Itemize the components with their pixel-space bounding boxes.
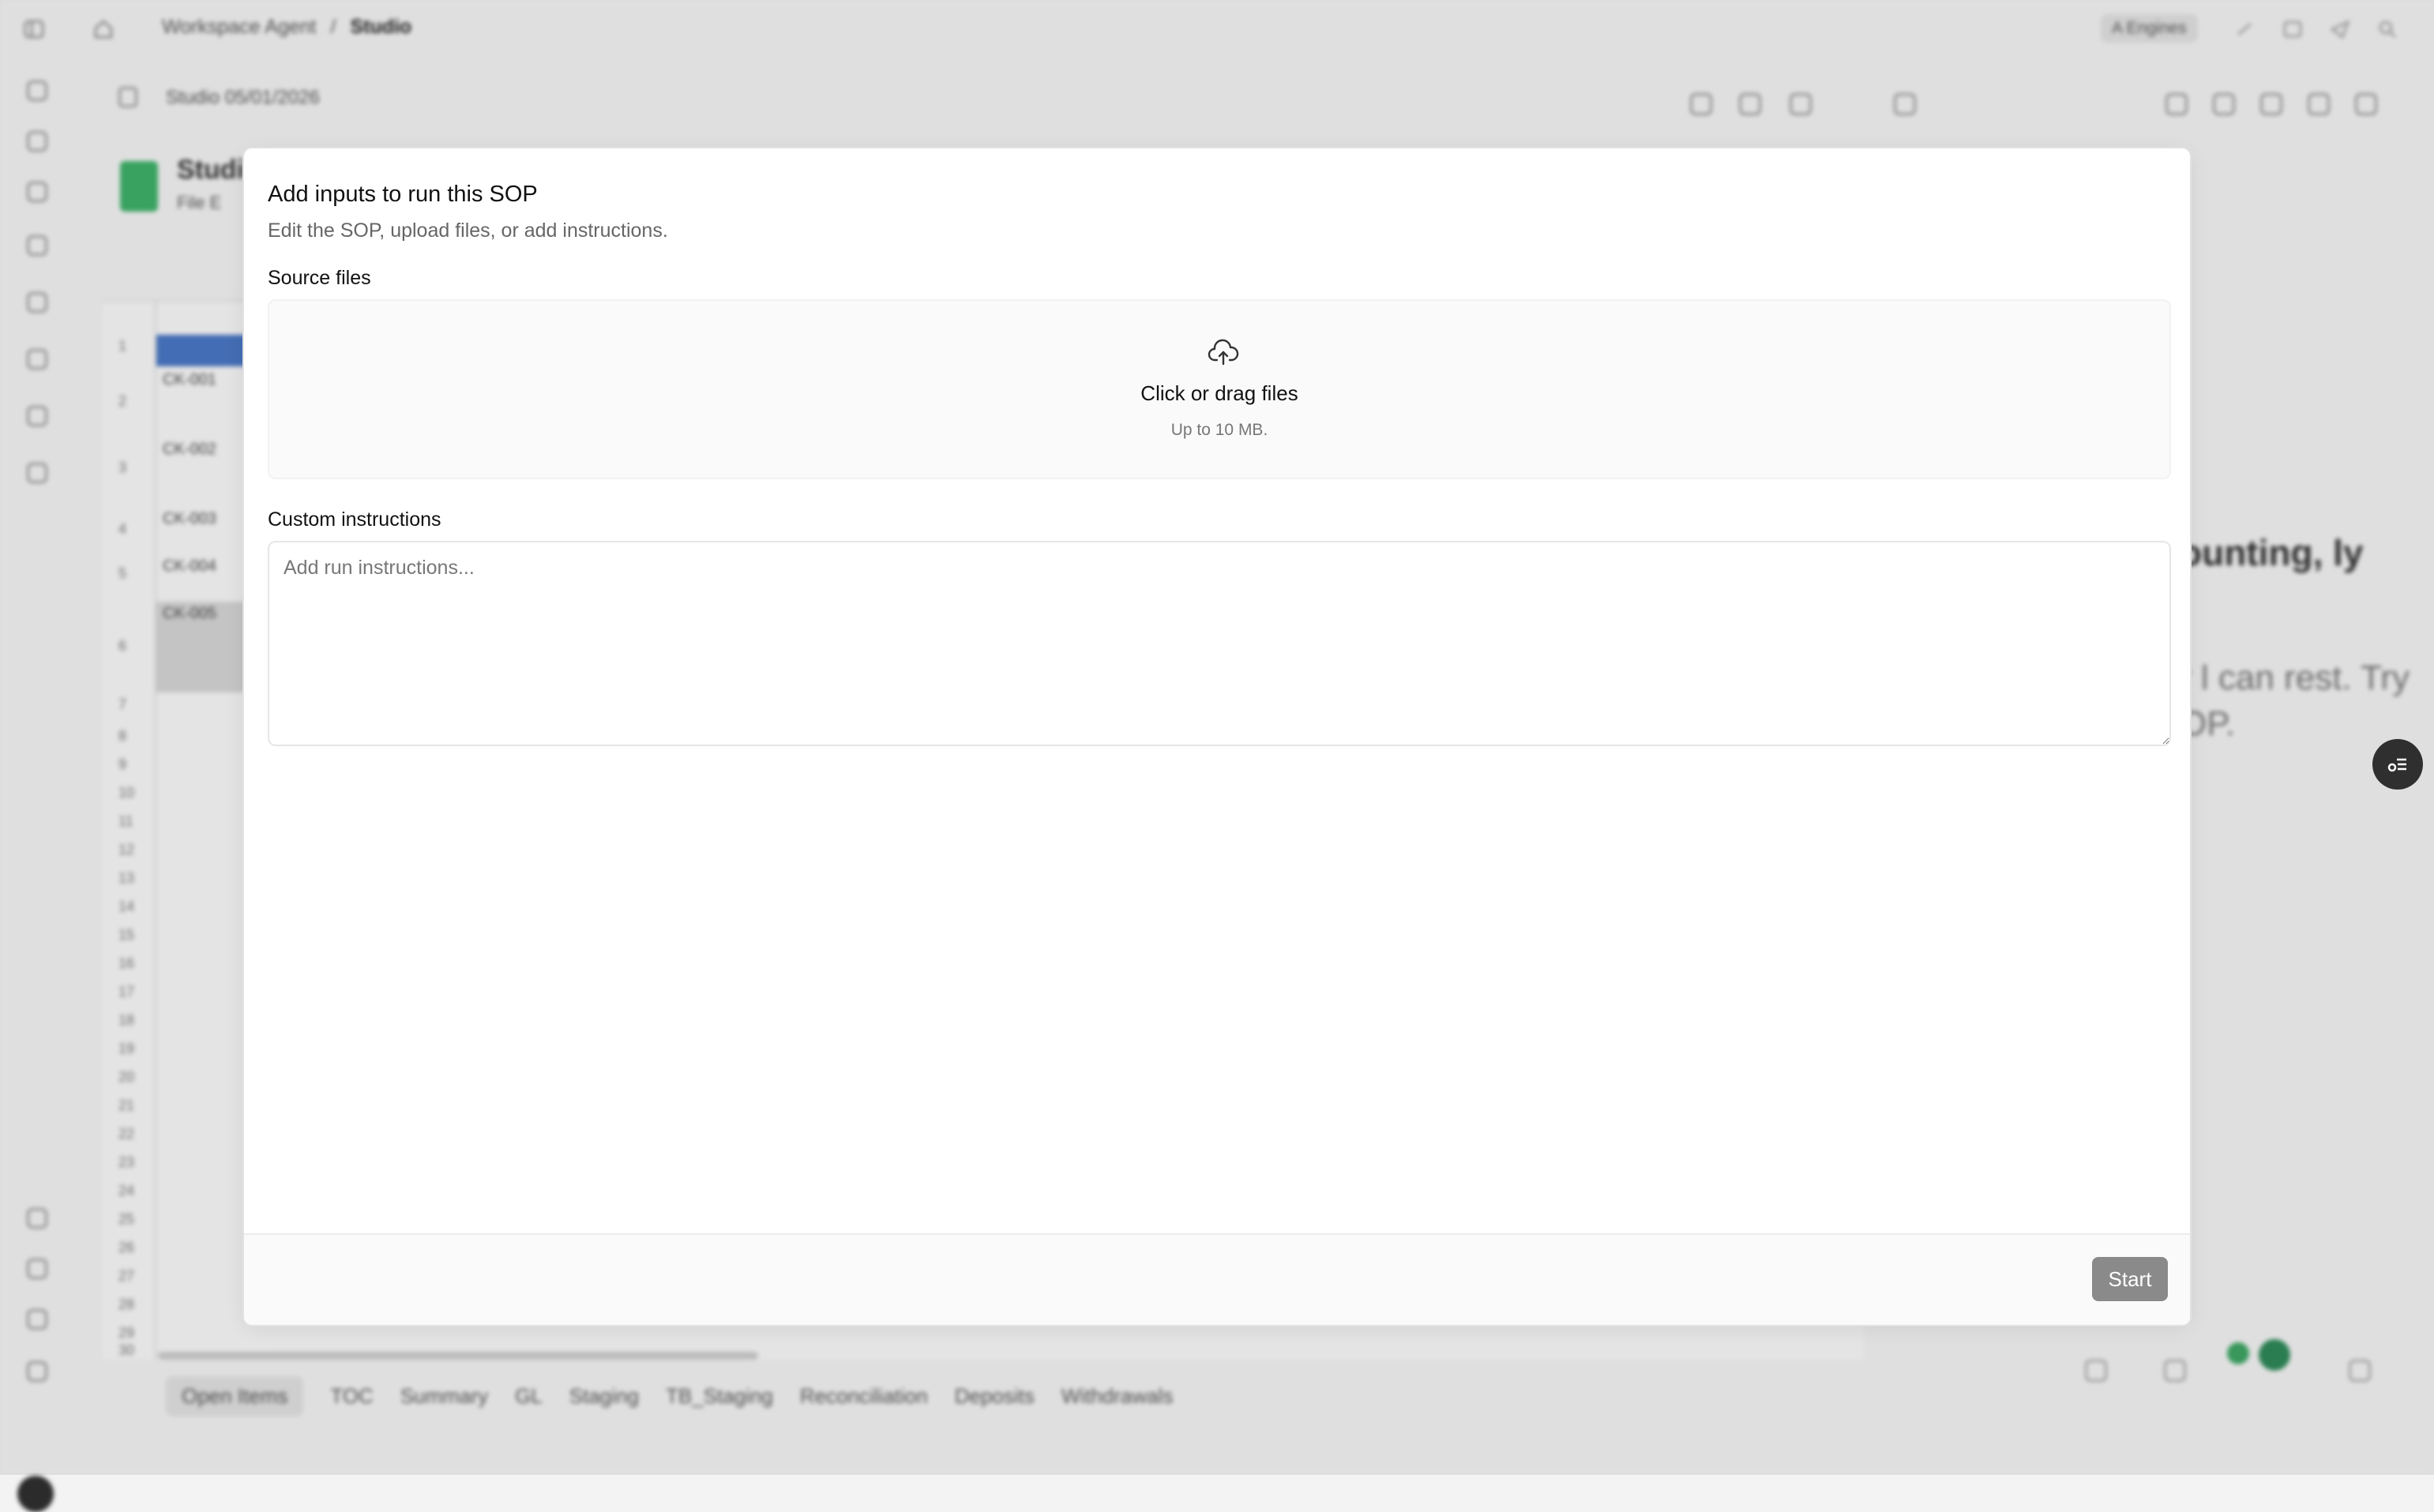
dialog-footer: Start <box>244 1233 2190 1325</box>
instructions-textarea[interactable] <box>268 541 2171 746</box>
dropzone-label: Click or drag files <box>1140 381 1298 405</box>
start-button[interactable]: Start <box>2092 1257 2168 1301</box>
floating-action-button[interactable] <box>2372 739 2423 790</box>
dialog-subtitle: Edit the SOP, upload files, or add instr… <box>268 219 668 242</box>
source-files-label: Source files <box>268 267 371 289</box>
file-dropzone[interactable]: Click or drag files Up to 10 MB. <box>268 299 2171 479</box>
list-settings-icon <box>2387 758 2406 772</box>
custom-instructions-label: Custom instructions <box>268 508 441 531</box>
cloud-upload-icon <box>1208 339 1239 366</box>
dialog-title: Add inputs to run this SOP <box>268 182 538 207</box>
avatar[interactable] <box>17 1476 54 1512</box>
dropzone-hint: Up to 10 MB. <box>1170 421 1268 439</box>
run-sop-dialog: Add inputs to run this SOP Edit the SOP,… <box>242 147 2192 1326</box>
